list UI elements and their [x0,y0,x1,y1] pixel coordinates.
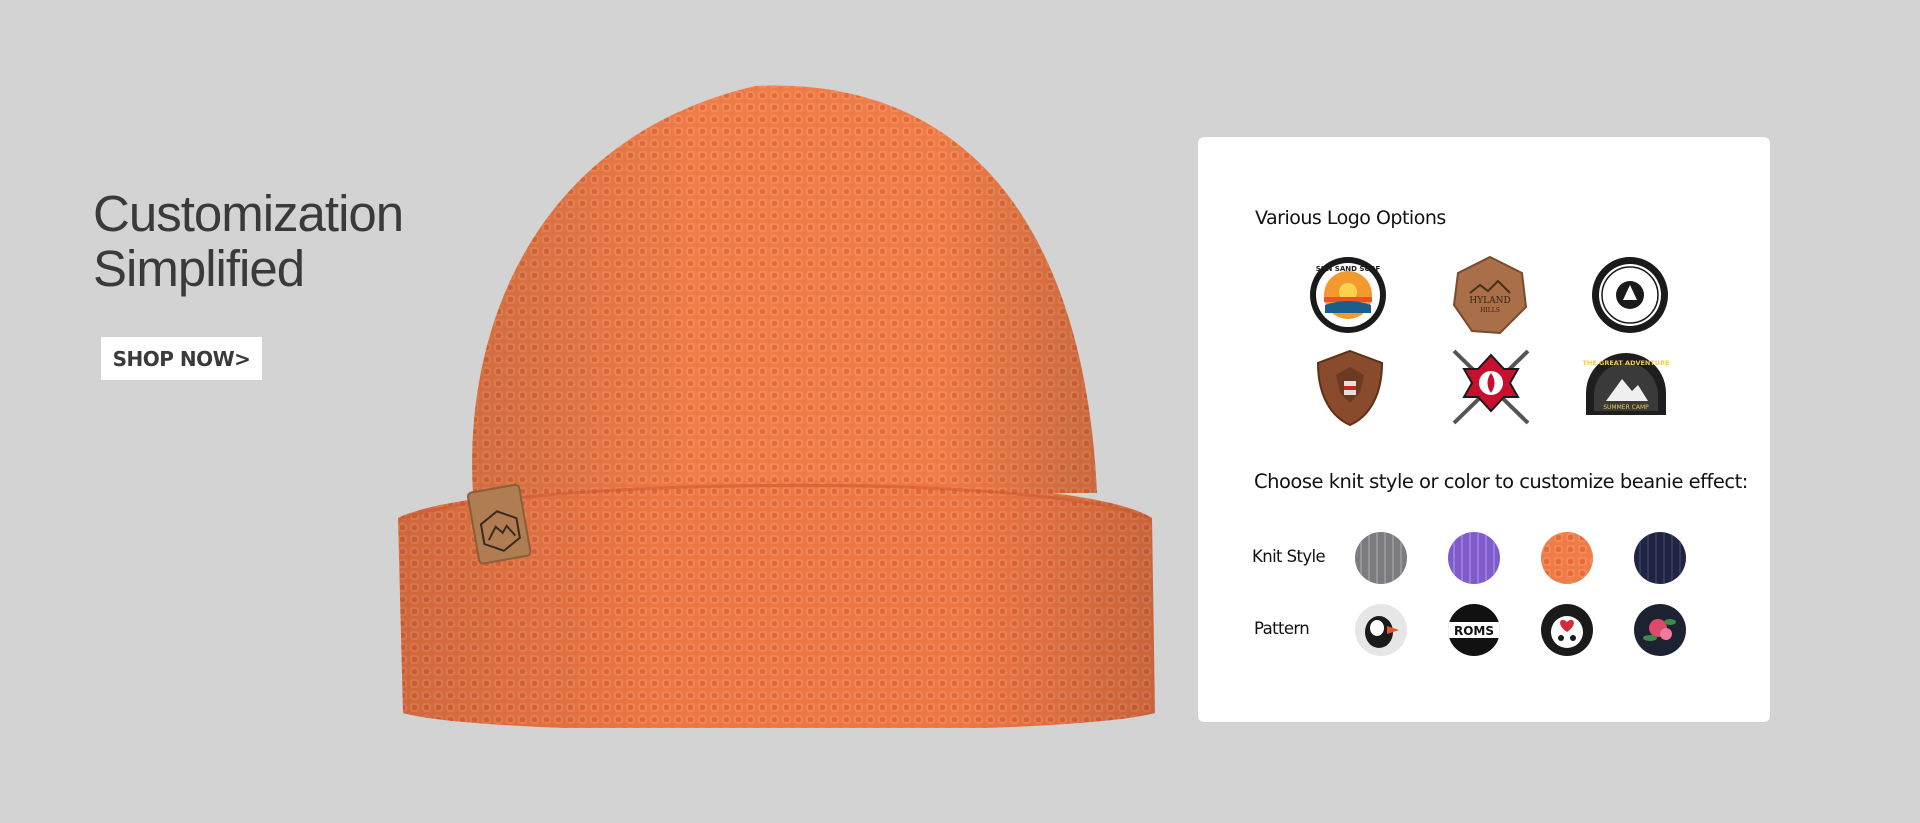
shop-now-button[interactable]: SHOP NOW> [101,337,262,380]
svg-text:HILLS: HILLS [1480,307,1500,314]
knit-swatch-navy[interactable] [1634,532,1686,584]
pattern-swatch-romsi[interactable]: ROMS [1448,604,1500,656]
customize-heading: Choose knit style or color to customize … [1254,470,1748,493]
pattern-swatch-floral-white[interactable] [1541,604,1593,656]
svg-text:THE GREAT ADVENTURE: THE GREAT ADVENTURE [1582,359,1669,367]
eagle-shield-logo[interactable] [1310,347,1390,427]
pattern-swatch-rose[interactable] [1634,604,1686,656]
hero-title: Customization Simplified [93,185,404,297]
knit-swatch-gray[interactable] [1355,532,1407,584]
svg-text:SUN SAND SURF: SUN SAND SURF [1316,265,1381,273]
hero-banner: Customization Simplified SHOP NOW> Vario… [0,0,1920,823]
svg-text:SUMMER CAMP: SUMMER CAMP [1603,404,1649,411]
fire-axe-logo[interactable] [1446,343,1536,431]
hyland-hills-logo[interactable]: HYLAND HILLS [1450,255,1530,335]
sun-sand-surf-logo[interactable]: SUN SAND SURF [1308,255,1388,335]
svg-text:HYLAND: HYLAND [1469,296,1510,306]
leather-patch [466,483,532,565]
svg-text:ROMS: ROMS [1454,624,1494,638]
knit-swatch-orange[interactable] [1541,532,1593,584]
logo-options-heading: Various Logo Options [1255,207,1446,229]
hero-title-line1: Customization [93,185,404,242]
knit-style-label: Knit Style [1252,547,1326,566]
pattern-swatch-puffin[interactable] [1355,604,1407,656]
black-white-round-logo[interactable] [1590,255,1670,335]
great-adventure-logo[interactable]: THE GREAT ADVENTURE SUMMER CAMP [1582,349,1670,421]
hero-title-line2: Simplified [93,240,305,297]
pattern-label: Pattern [1254,619,1310,638]
knit-swatch-purple[interactable] [1448,532,1500,584]
beanie-image [385,78,1155,728]
customization-panel: Various Logo Options SUN SAND SURF HYLAN… [1198,137,1770,722]
